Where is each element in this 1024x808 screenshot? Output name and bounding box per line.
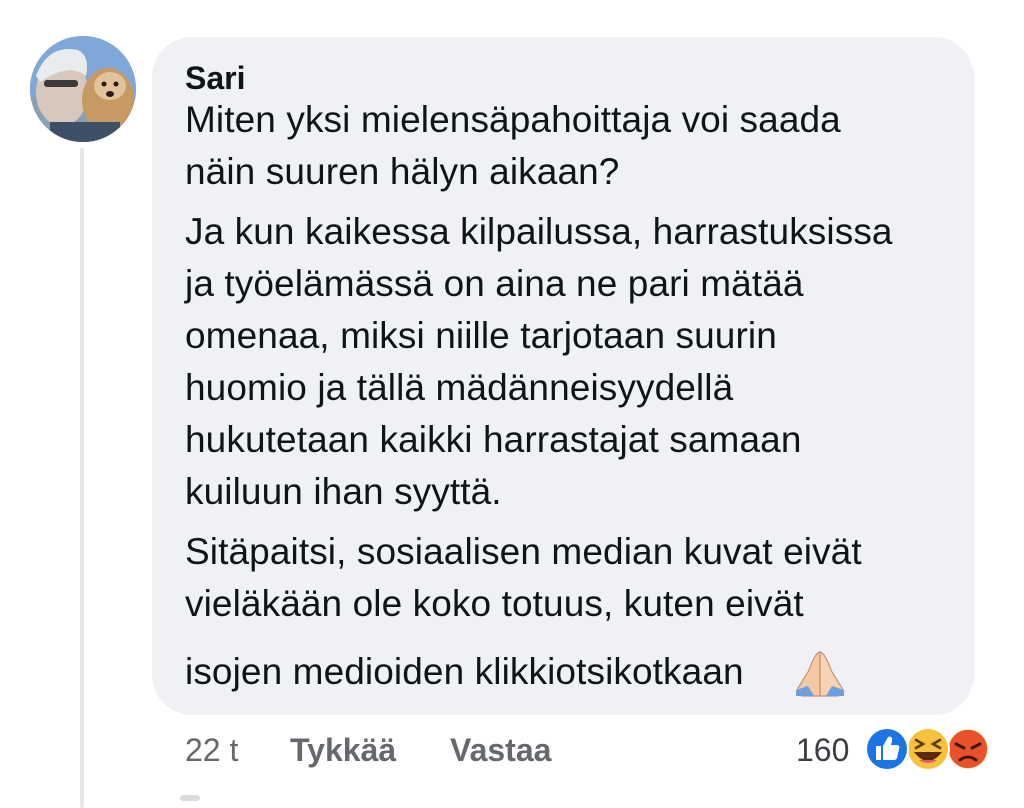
comment-text-line: omenaa, miksi niille tarjotaan suurin <box>185 315 777 356</box>
comment-text-line: Sitäpaitsi, sosiaalisen median kuvat eiv… <box>185 531 862 572</box>
like-reaction-icon <box>865 727 909 771</box>
comment-timestamp[interactable]: 22 t <box>185 728 238 772</box>
reaction-icons[interactable] <box>862 724 994 774</box>
comment-text-line: hukutetaan kaikki harrastajat samaan <box>185 419 802 460</box>
comment-text-line: kuiluun ihan syyttä. <box>185 471 502 512</box>
comment-text-line: näin suuren hälyn aikaan? <box>185 151 620 192</box>
folded-hands-icon <box>796 651 844 697</box>
comment-text-line: Ja kun kaikessa kilpailussa, harrastuksi… <box>185 211 893 252</box>
comment-text-line: isojen medioiden klikkiotsikotkaan <box>185 651 744 692</box>
angry-reaction-icon <box>945 726 991 772</box>
haha-reaction-icon <box>906 727 950 771</box>
comment-author[interactable]: Sari <box>185 58 245 98</box>
like-button[interactable]: Tykkää <box>290 728 396 772</box>
avatar-photo <box>30 36 136 142</box>
thread-connector-line <box>80 148 84 808</box>
next-item-edge <box>180 795 200 801</box>
comment-text-line: Miten yksi mielensäpahoittaja voi saada <box>185 99 841 140</box>
comment-text-line: vieläkään ole koko totuus, kuten eivät <box>185 583 804 624</box>
comment-text-line: huomio ja tällä mädänneisyydellä <box>185 367 734 408</box>
reply-button[interactable]: Vastaa <box>450 728 551 772</box>
comment-text-line: ja työelämässä on aina ne pari mätää <box>185 263 804 304</box>
author-avatar[interactable] <box>30 36 136 142</box>
reaction-count[interactable]: 160 <box>796 728 849 772</box>
